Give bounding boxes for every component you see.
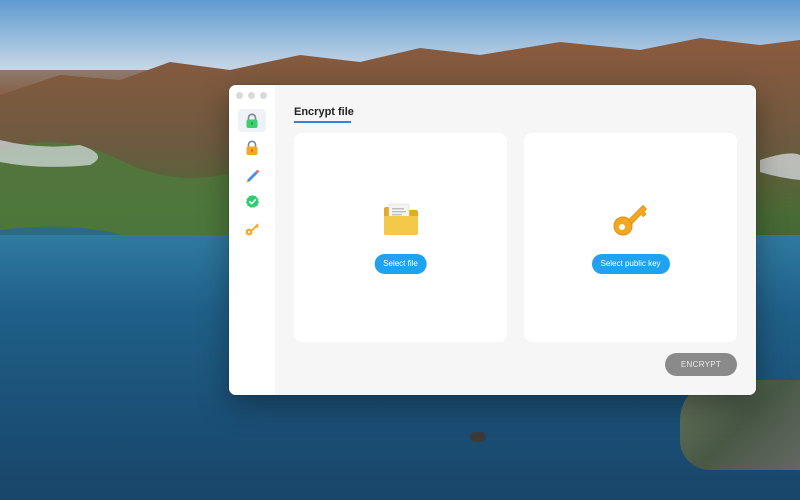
sidebar-item-keys[interactable] bbox=[238, 217, 266, 240]
close-window-button[interactable] bbox=[236, 92, 243, 99]
encrypt-button[interactable]: ENCRYPT bbox=[665, 353, 737, 376]
select-public-key-button[interactable]: Select public key bbox=[591, 254, 670, 274]
window-controls bbox=[236, 92, 267, 99]
sidebar-nav bbox=[238, 109, 266, 240]
main-content: Encrypt file Select file Select public k… bbox=[275, 85, 756, 395]
sidebar-item-verify[interactable] bbox=[238, 190, 266, 213]
title-underline bbox=[294, 121, 351, 123]
key-icon bbox=[245, 223, 259, 235]
sidebar bbox=[229, 85, 275, 395]
select-file-card[interactable]: Select file bbox=[294, 133, 507, 342]
app-window: Encrypt file Select file Select public k… bbox=[229, 85, 756, 395]
sidebar-item-encrypt[interactable] bbox=[238, 109, 266, 132]
key-large-icon bbox=[611, 199, 651, 244]
lock-green-icon bbox=[246, 113, 258, 128]
zoom-window-button[interactable] bbox=[260, 92, 267, 99]
pen-icon bbox=[246, 169, 260, 183]
sidebar-item-decrypt[interactable] bbox=[238, 136, 266, 159]
folder-icon bbox=[382, 201, 420, 242]
lock-orange-icon bbox=[246, 140, 258, 155]
page-title: Encrypt file bbox=[294, 106, 354, 118]
sidebar-item-sign[interactable] bbox=[238, 163, 266, 186]
desktop-rock bbox=[470, 432, 486, 442]
select-public-key-card[interactable]: Select public key bbox=[524, 133, 737, 342]
minimize-window-button[interactable] bbox=[248, 92, 255, 99]
check-badge-icon bbox=[245, 194, 259, 208]
select-file-button[interactable]: Select file bbox=[374, 254, 427, 274]
